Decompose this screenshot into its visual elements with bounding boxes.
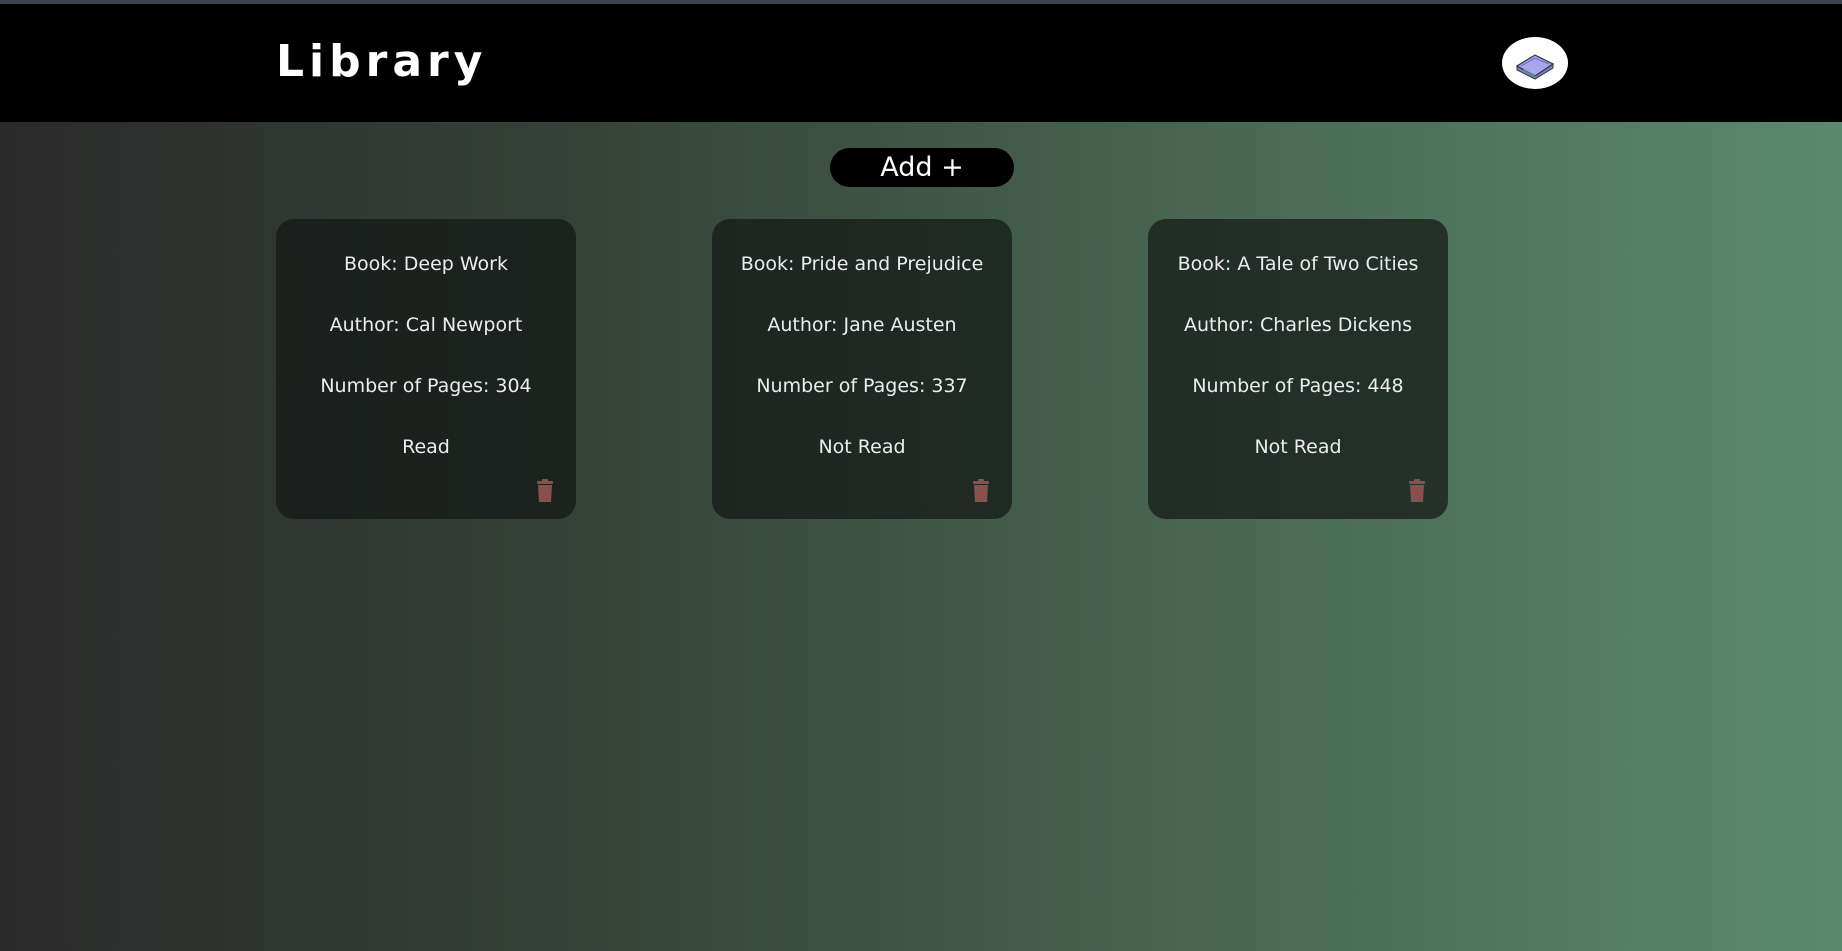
read-status-toggle[interactable]: Not Read [712, 436, 1012, 458]
book-card: Book: A Tale of Two Cities Author: Charl… [1148, 219, 1448, 519]
trash-icon[interactable] [1406, 479, 1428, 503]
logo-badge [1502, 37, 1568, 89]
app-title: Library [276, 36, 488, 87]
read-status-toggle[interactable]: Not Read [1148, 436, 1448, 458]
book-author: Author: Cal Newport [329, 314, 523, 336]
book-card: Book: Pride and Prejudice Author: Jane A… [712, 219, 1012, 519]
book-title: Book: Pride and Prejudice [740, 253, 984, 275]
trash-icon[interactable] [970, 479, 992, 503]
book-pages: Number of Pages: 304 [320, 375, 532, 397]
trash-icon[interactable] [534, 479, 556, 503]
book-pages: Number of Pages: 448 [1192, 375, 1404, 397]
book-icon [1515, 54, 1555, 80]
add-book-button[interactable]: Add + [830, 148, 1014, 187]
book-title: Book: Deep Work [344, 253, 508, 275]
read-status-toggle[interactable]: Read [276, 436, 576, 458]
book-title: Book: A Tale of Two Cities [1177, 253, 1419, 275]
app-header: Library [0, 4, 1842, 122]
book-author: Author: Charles Dickens [1183, 314, 1413, 336]
book-author: Author: Jane Austen [767, 314, 957, 336]
book-card: Book: Deep Work Author: Cal Newport Numb… [276, 219, 576, 519]
book-pages: Number of Pages: 337 [756, 375, 968, 397]
